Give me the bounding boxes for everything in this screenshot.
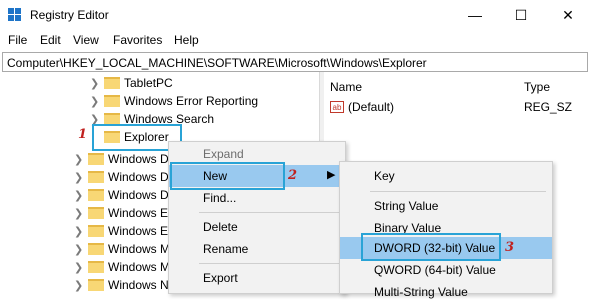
new-submenu: Key String Value Binary Value DWORD (32-…	[339, 161, 553, 299]
annotation-box-new	[170, 162, 285, 190]
tree-item-label: Windows M	[108, 242, 171, 256]
tree-item-label: Windows M	[108, 260, 171, 274]
menu-separator	[370, 191, 546, 192]
menu-item-delete[interactable]: Delete	[169, 216, 345, 238]
folder-icon	[88, 207, 104, 219]
minimize-button[interactable]: —	[452, 0, 498, 30]
folder-icon	[88, 261, 104, 273]
tree-item-label: Windows Na	[108, 278, 176, 292]
submenu-item-string-value[interactable]: String Value	[340, 195, 552, 217]
menu-separator	[199, 263, 339, 264]
string-value-icon: ab	[330, 101, 344, 113]
address-bar[interactable]: Computer\HKEY_LOCAL_MACHINE\SOFTWARE\Mic…	[2, 52, 588, 72]
folder-icon	[88, 171, 104, 183]
window-title: Registry Editor	[30, 8, 109, 22]
title-bar: Registry Editor — ☐ ✕	[0, 0, 591, 30]
tree-item-label: TabletPC	[124, 76, 173, 90]
address-path: Computer\HKEY_LOCAL_MACHINE\SOFTWARE\Mic…	[7, 56, 427, 70]
step-number: 3	[505, 240, 515, 255]
chevron-right-icon[interactable]: ❯	[74, 207, 83, 220]
maximize-button[interactable]: ☐	[498, 0, 544, 30]
menu-item-rename[interactable]: Rename	[169, 238, 345, 260]
submenu-item-key[interactable]: Key	[340, 165, 552, 187]
submenu-arrow-icon: ▶	[327, 169, 336, 181]
menu-help[interactable]: Help	[174, 33, 199, 47]
registry-editor-icon	[8, 8, 22, 22]
tree-item-label: Windows De	[108, 170, 176, 184]
folder-icon	[104, 95, 120, 107]
folder-icon	[88, 279, 104, 291]
menu-item-export[interactable]: Export	[169, 267, 345, 289]
value-type: REG_SZ	[524, 100, 573, 114]
submenu-item-qword-value[interactable]: QWORD (64-bit) Value	[340, 259, 552, 281]
folder-icon	[88, 189, 104, 201]
menu-view[interactable]: View	[73, 33, 99, 47]
tree-item[interactable]: ❯ Windows Error Reporting	[0, 93, 300, 111]
menu-favorites[interactable]: Favorites	[113, 33, 162, 47]
step-number: 2	[288, 168, 298, 183]
folder-icon	[104, 77, 120, 89]
chevron-right-icon[interactable]: ❯	[74, 189, 83, 202]
submenu-item-multi-string-value[interactable]: Multi-String Value	[340, 281, 552, 303]
folder-icon	[88, 225, 104, 237]
chevron-right-icon[interactable]: ❯	[74, 261, 83, 274]
annotation-box-dword	[361, 233, 501, 261]
tree-item[interactable]: ❯ TabletPC	[0, 75, 300, 93]
chevron-right-icon[interactable]: ❯	[74, 171, 83, 184]
menu-file[interactable]: File	[8, 33, 27, 47]
menu-item-find[interactable]: Find...	[169, 187, 345, 209]
close-button[interactable]: ✕	[545, 0, 591, 30]
tree-item-label: Windows Do	[108, 188, 176, 202]
chevron-right-icon[interactable]: ❯	[90, 77, 99, 90]
chevron-right-icon[interactable]: ❯	[74, 243, 83, 256]
menu-separator	[199, 212, 339, 213]
tree-item-label: Windows De	[108, 152, 176, 166]
chevron-right-icon[interactable]: ❯	[74, 279, 83, 292]
step-number: 1	[78, 127, 88, 142]
chevron-right-icon[interactable]: ❯	[74, 153, 83, 166]
menu-edit[interactable]: Edit	[40, 33, 61, 47]
column-header-name[interactable]: Name	[330, 80, 362, 94]
chevron-right-icon[interactable]: ❯	[74, 225, 83, 238]
folder-icon	[88, 243, 104, 255]
menu-bar: File Edit View Favorites Help	[0, 30, 591, 51]
value-name[interactable]: (Default)	[348, 100, 394, 114]
column-header-type[interactable]: Type	[524, 80, 550, 94]
tree-item-label: Windows Error Reporting	[124, 94, 259, 108]
folder-icon	[88, 153, 104, 165]
chevron-right-icon[interactable]: ❯	[90, 95, 99, 108]
